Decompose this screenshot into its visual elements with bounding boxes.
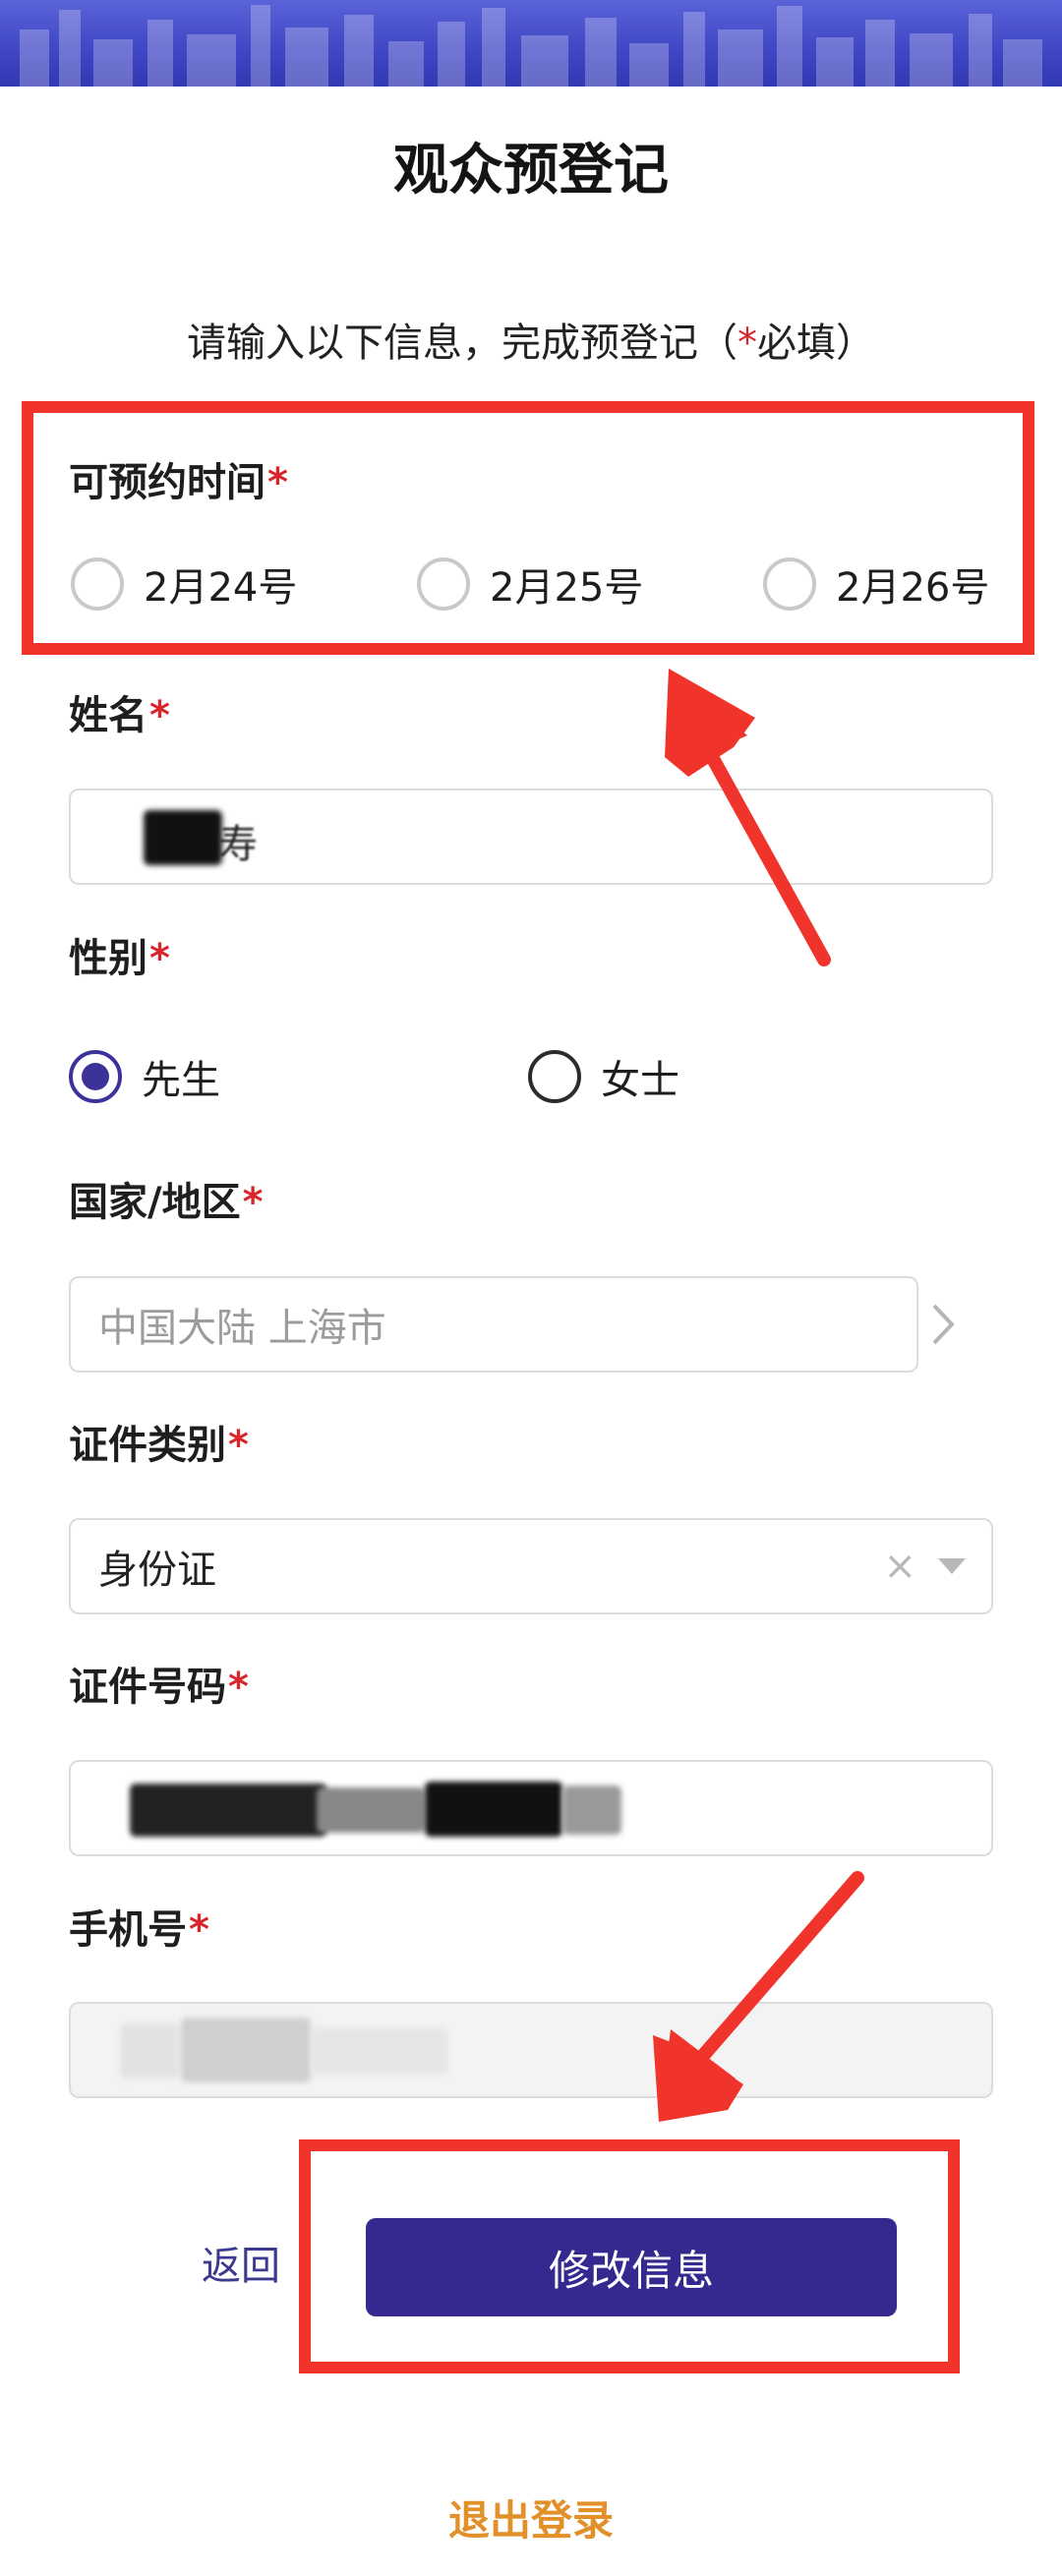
header-banner [0,0,1062,87]
instruction-text: 请输入以下信息，完成预登记（ [187,321,738,366]
caret-down-icon[interactable] [938,1558,966,1574]
required-asterisk: * [242,1180,264,1225]
redacted-block [425,1782,562,1837]
gender-option-male[interactable]: 先生 [69,1048,220,1105]
id-type-select[interactable]: 身份证 × [69,1518,993,1614]
annotation-box-date [22,401,1034,655]
name-label-text: 姓名 [69,693,148,738]
redacted-block [311,2027,448,2075]
gender-option-female[interactable]: 女士 [528,1048,679,1105]
region-picker[interactable]: 中国大陆 上海市 [69,1276,918,1373]
gender-label: 性别* [69,926,170,983]
region-label: 国家/地区* [69,1170,264,1227]
region-value: 中国大陆 上海市 [98,1306,386,1351]
redacted-block [317,1787,425,1833]
skyline-graphic [20,5,1042,87]
required-asterisk: * [738,321,757,366]
annotation-box-button [299,2139,960,2373]
redacted-block [562,1786,621,1835]
redacted-block [130,1784,326,1837]
radio-circle-icon[interactable] [528,1050,581,1103]
id-number-input[interactable] [69,1760,993,1856]
name-input[interactable]: 寿 [69,789,993,885]
required-asterisk: * [189,1907,209,1953]
logout-link[interactable]: 退出登录 [0,2488,1062,2547]
required-asterisk: * [228,1665,249,1710]
phone-label: 手机号* [69,1898,209,1955]
phone-label-text: 手机号 [69,1907,187,1953]
region-label-text: 国家/地区 [69,1180,241,1225]
id-type-label-text: 证件类别 [69,1423,226,1468]
id-type-label: 证件类别* [69,1413,249,1470]
gender-option-label: 女士 [601,1058,679,1103]
phone-input[interactable] [69,2002,993,2098]
redacted-block [120,2023,179,2078]
redacted-block [144,810,222,865]
required-asterisk: * [149,693,170,738]
required-asterisk: * [149,936,170,981]
required-asterisk: * [228,1423,249,1468]
page-title: 观众预登记 [393,139,669,203]
back-link[interactable]: 返回 [202,2234,280,2291]
gender-label-text: 性别 [69,936,148,981]
clear-icon[interactable]: × [883,1544,916,1589]
id-number-label-text: 证件号码 [69,1665,226,1710]
radio-checked-icon[interactable] [69,1050,122,1103]
form-instruction: 请输入以下信息，完成预登记（*必填） [0,311,1062,368]
id-type-value: 身份证 [98,1548,216,1593]
registration-page: 观众预登记 请输入以下信息，完成预登记（*必填） 可预约时间* 2月24号 2月… [0,0,1062,2576]
id-number-label: 证件号码* [69,1655,249,1712]
chevron-right-icon[interactable] [928,1300,958,1349]
redacted-block [181,2018,311,2082]
name-value-fragment: 寿 [218,822,258,867]
gender-option-label: 先生 [142,1058,220,1103]
name-label: 姓名* [69,683,170,740]
instruction-end: 必填） [757,321,875,366]
select-icons: × [883,1520,966,1612]
